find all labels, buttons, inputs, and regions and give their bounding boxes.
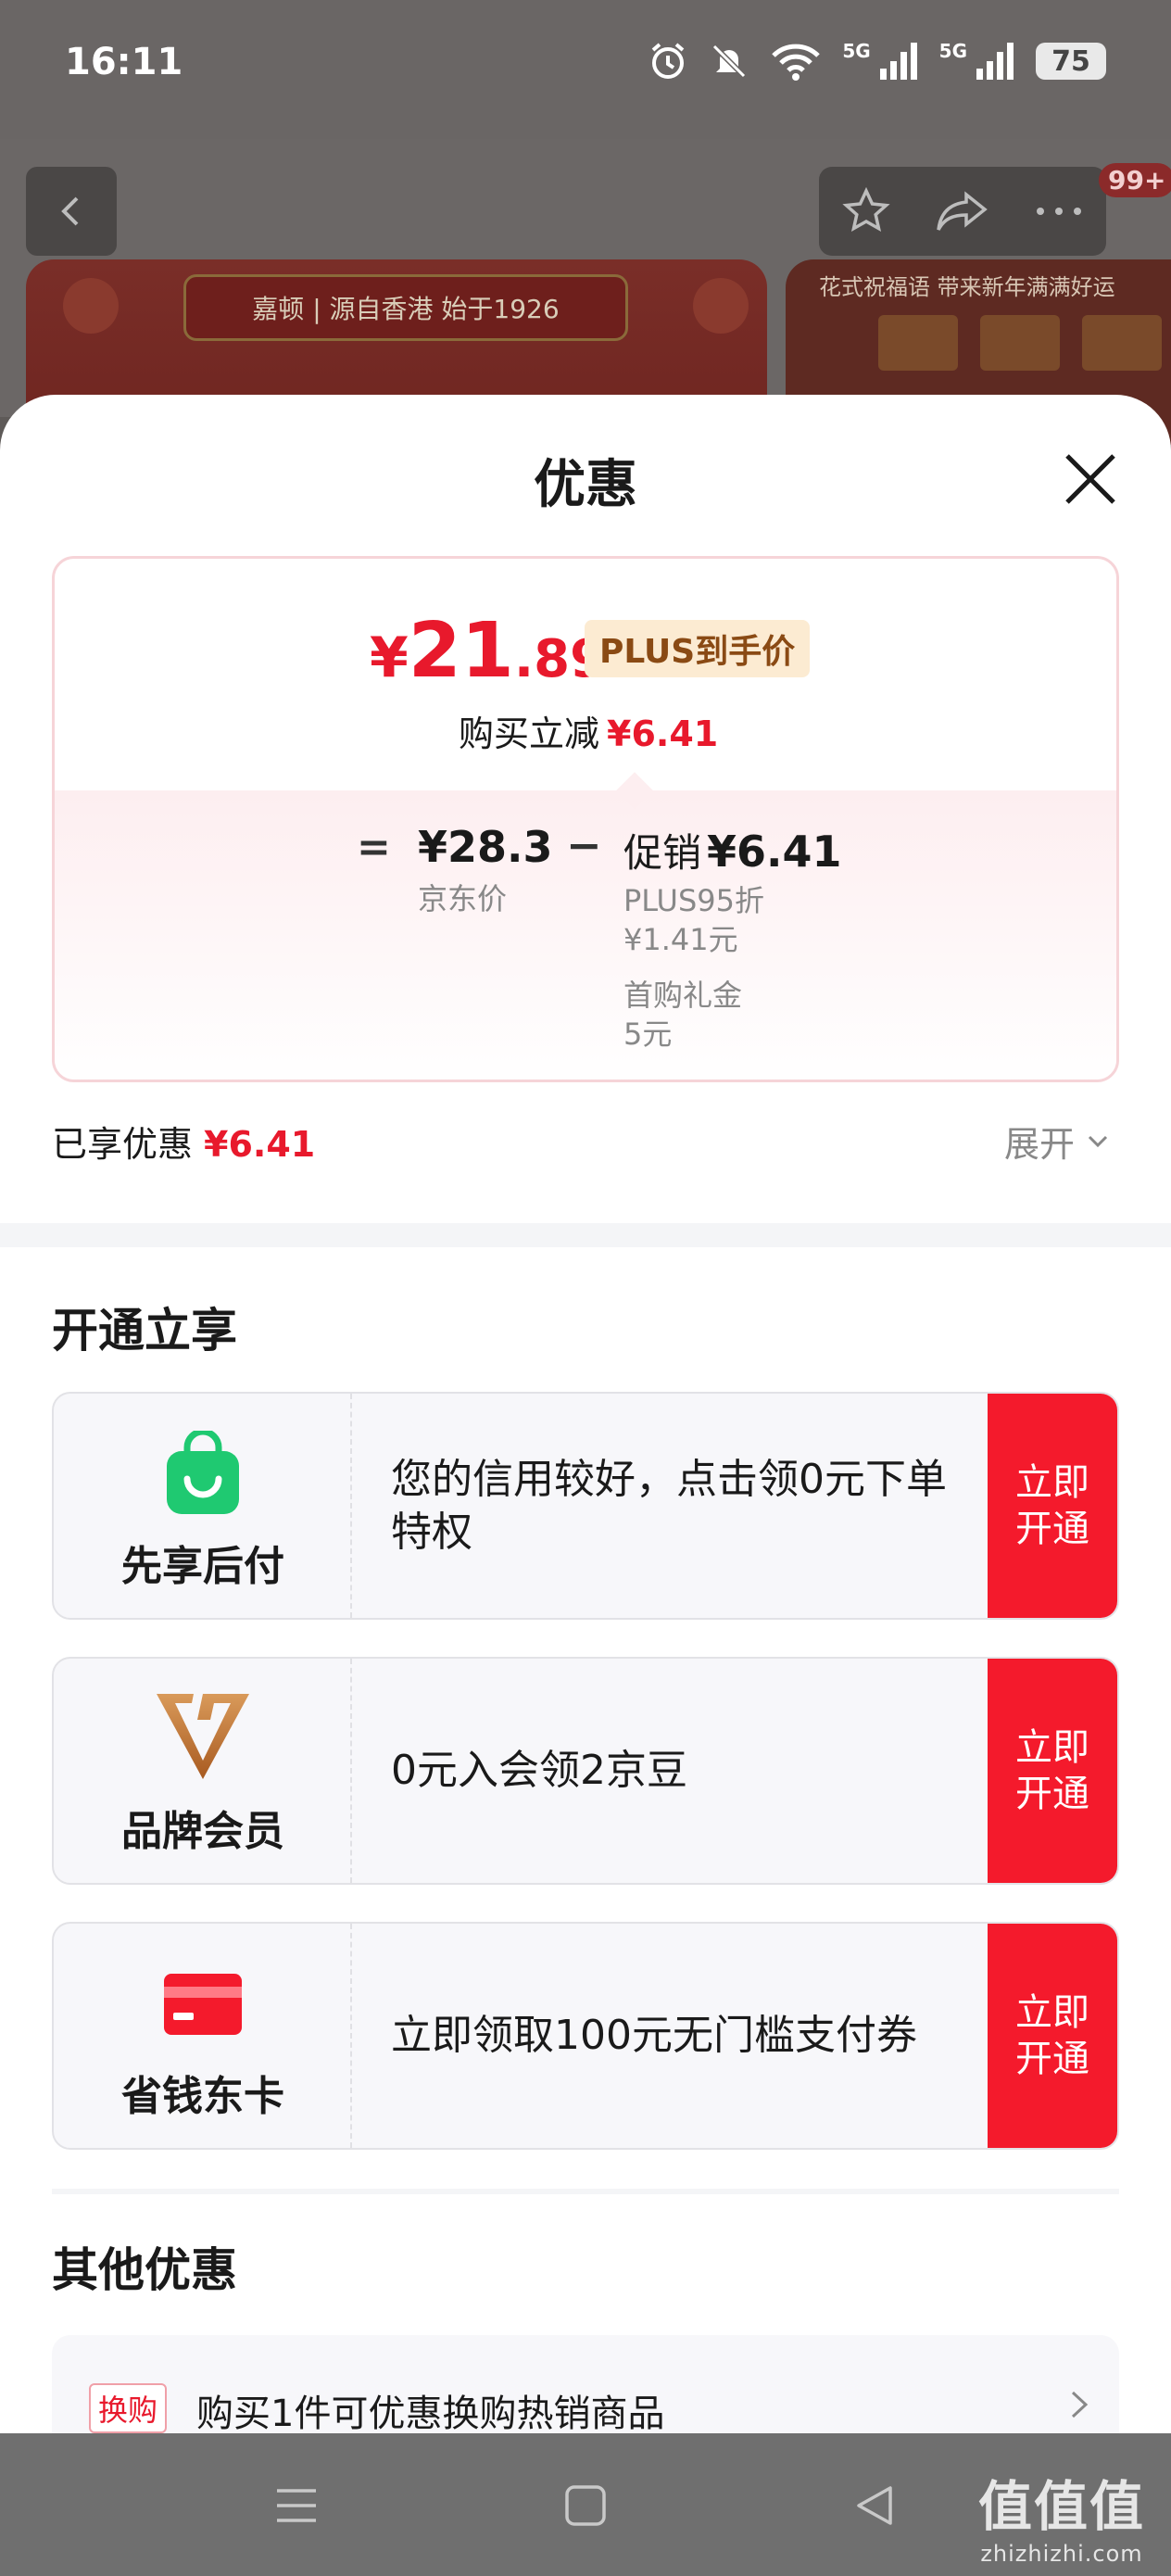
top-actions bbox=[819, 167, 1106, 256]
product-thumbnail bbox=[878, 315, 958, 371]
price-card: ¥21.89 PLUS到手价 购买立减 ¥6.41 = ¥28.3 京东价 − 促… bbox=[52, 556, 1119, 1082]
other-section-title: 其他优惠 bbox=[52, 2243, 237, 2297]
buy-reduce-value: ¥6.41 bbox=[607, 713, 719, 754]
enjoyed-discount: 已享优惠 ¥6.41 bbox=[52, 1116, 315, 1167]
exchange-tag: 换购 bbox=[89, 2383, 168, 2433]
expand-label: 展开 bbox=[1004, 1124, 1076, 1165]
enjoyed-value: ¥6.41 bbox=[204, 1124, 316, 1165]
shopping-bag-icon bbox=[167, 1431, 239, 1514]
watermark-logo-text: 值值值 bbox=[977, 2475, 1145, 2538]
status-icons: 5G 5G 75 bbox=[648, 40, 1106, 82]
promo-item-name: 首购礼金 bbox=[623, 978, 743, 1013]
promo-item-value: 5元 bbox=[623, 1017, 673, 1052]
status-time: 16:11 bbox=[65, 41, 183, 83]
offer-icon-wrap bbox=[54, 1692, 352, 1781]
close-icon[interactable] bbox=[1056, 445, 1125, 513]
network-type-2: 5G bbox=[938, 40, 967, 62]
nav-menu-button[interactable] bbox=[269, 2478, 324, 2533]
brand-plate-text: 嘉顿 | 源自香港 始于1926 bbox=[252, 294, 560, 324]
promo-item-name: PLUS95折 bbox=[623, 883, 764, 918]
signal-icon bbox=[976, 43, 1014, 80]
buy-reduce-label: 购买立减 bbox=[459, 713, 600, 754]
message-badge: 99+ bbox=[1099, 163, 1171, 197]
banner-right-text: 花式祝福语 带来新年满满好运 bbox=[819, 274, 1115, 300]
battery-indicator: 75 bbox=[1036, 43, 1106, 80]
offer-icon-wrap bbox=[54, 1431, 352, 1516]
product-thumbnail bbox=[1082, 315, 1162, 371]
open-now-button[interactable]: 立即开通 bbox=[988, 1924, 1117, 2148]
minus-sign: − bbox=[566, 820, 602, 870]
brand-plate: 嘉顿 | 源自香港 始于1926 bbox=[183, 274, 628, 341]
sheet-title: 优惠 bbox=[534, 455, 637, 515]
wifi-icon bbox=[772, 44, 821, 81]
buy-reduce: 购买立减 ¥6.41 bbox=[459, 705, 718, 756]
offer-name: 先享后付 bbox=[121, 1543, 284, 1590]
section-divider bbox=[0, 1223, 1171, 1247]
share-icon[interactable] bbox=[935, 185, 990, 237]
bell-muted-icon bbox=[712, 44, 747, 79]
nav-back-button[interactable] bbox=[847, 2478, 902, 2533]
offer-card-saving-card[interactable]: 省钱东卡 立即领取100元无门槛支付券 立即开通 bbox=[52, 1922, 1119, 2150]
equals-sign: = bbox=[357, 824, 391, 871]
offer-name: 品牌会员 bbox=[121, 1808, 284, 1855]
chevron-down-icon bbox=[1088, 1135, 1108, 1147]
offer-name: 省钱东卡 bbox=[121, 2073, 284, 2120]
price-integer: 21 bbox=[408, 607, 514, 695]
offer-icon-wrap bbox=[54, 1972, 352, 2037]
home-square-icon bbox=[565, 2485, 606, 2526]
menu-icon bbox=[277, 2489, 316, 2522]
signal-icon bbox=[879, 43, 917, 80]
offer-desc: 您的信用较好，点击领0元下单特权 bbox=[391, 1455, 947, 1556]
back-triangle-icon bbox=[857, 2486, 892, 2525]
alarm-icon bbox=[652, 43, 685, 79]
section-divider bbox=[52, 2189, 1119, 2194]
other-offer-row[interactable]: 换购 购买1件可优惠换购热销商品 bbox=[52, 2335, 1119, 2433]
network-type-1: 5G bbox=[842, 40, 871, 62]
price-symbol: ¥ bbox=[370, 625, 409, 690]
enjoyed-label: 已享优惠 bbox=[52, 1124, 194, 1165]
promo-item-value: ¥1.41元 bbox=[623, 922, 738, 957]
star-icon[interactable] bbox=[840, 185, 892, 237]
lantern-decoration bbox=[63, 278, 119, 334]
watermark-url: zhizhizhi.com bbox=[980, 2541, 1143, 2567]
more-icon[interactable] bbox=[1033, 202, 1085, 221]
product-thumbnail bbox=[980, 315, 1060, 371]
jd-price-label: 京东价 bbox=[418, 881, 508, 916]
final-price: ¥21.89 bbox=[370, 607, 606, 695]
expand-button[interactable]: 展开 bbox=[1004, 1116, 1112, 1167]
promo-label: 促销 bbox=[623, 830, 702, 876]
brand-v-icon bbox=[157, 1694, 249, 1779]
watermark: 值值值 zhizhizhi.com bbox=[978, 2463, 1145, 2567]
offer-desc: 立即领取100元无门槛支付券 bbox=[391, 2012, 917, 2060]
offer-card-pay-later[interactable]: 先享后付 您的信用较好，点击领0元下单特权 立即开通 bbox=[52, 1392, 1119, 1620]
chevron-right-icon bbox=[1071, 2391, 1089, 2418]
plus-price-tag: PLUS到手价 bbox=[585, 620, 811, 677]
chevron-left-icon bbox=[61, 196, 79, 226]
open-now-button[interactable]: 立即开通 bbox=[988, 1394, 1117, 1618]
jd-price-value: ¥28.3 bbox=[418, 822, 553, 872]
back-button[interactable] bbox=[26, 167, 117, 256]
discount-sheet: 优惠 ¥21.89 PLUS到手价 购买立减 ¥6.41 = ¥28.3 京东价 … bbox=[0, 395, 1171, 2433]
open-section-title: 开通立享 bbox=[52, 1304, 237, 1357]
promo-value: ¥6.41 bbox=[707, 827, 842, 877]
offer-desc: 0元入会领2京豆 bbox=[391, 1747, 687, 1795]
nav-home-button[interactable] bbox=[558, 2478, 613, 2533]
status-bar: 16:11 5G 5G 75 bbox=[0, 0, 1171, 139]
promo-total: 促销 ¥6.41 bbox=[623, 822, 842, 878]
lantern-decoration bbox=[693, 278, 749, 334]
offer-card-brand-member[interactable]: 品牌会员 0元入会领2京豆 立即开通 bbox=[52, 1657, 1119, 1885]
card-icon bbox=[164, 1974, 242, 2035]
other-offer-text: 购买1件可优惠换购热销商品 bbox=[196, 2393, 665, 2433]
open-now-button[interactable]: 立即开通 bbox=[988, 1659, 1117, 1883]
